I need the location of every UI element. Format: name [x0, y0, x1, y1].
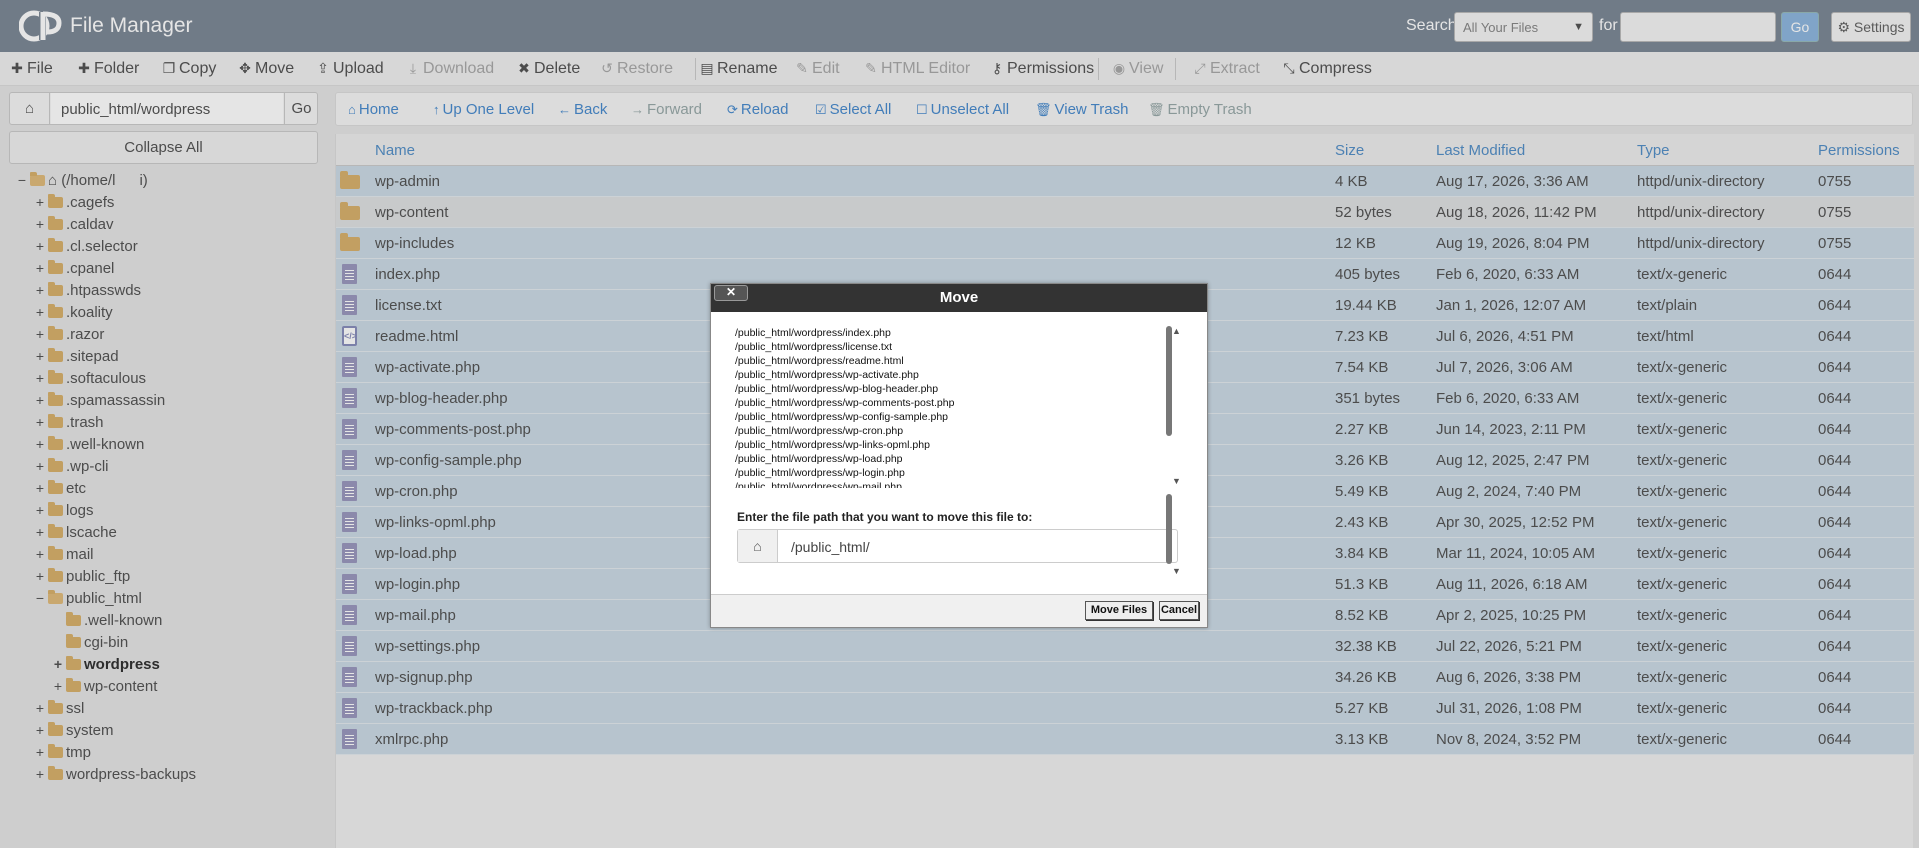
dialog-header: ✕ Move — [711, 284, 1207, 312]
file-path-item: /public_html/wordpress/wp-config-sample.… — [735, 411, 949, 423]
scrollbar-thumb[interactable] — [1166, 326, 1172, 436]
scroll-down-icon[interactable]: ▼ — [1172, 566, 1181, 576]
close-icon[interactable]: ✕ — [714, 285, 748, 301]
file-path-item: /public_html/wordpress/index.php — [735, 327, 891, 339]
file-list-scrollbar[interactable]: ▲ ▼ — [1166, 326, 1188, 488]
cancel-button[interactable]: Cancel — [1159, 601, 1199, 620]
scroll-down-icon[interactable]: ▼ — [1172, 476, 1181, 486]
move-dialog: ✕ Move /public_html/wordpress/index.php /… — [710, 283, 1208, 628]
file-path-item: /public_html/wordpress/wp-links-opml.php — [735, 439, 930, 451]
file-path-item: /public_html/wordpress/license.txt — [735, 341, 892, 353]
files-to-move-list: /public_html/wordpress/index.php/public_… — [735, 326, 1175, 488]
dialog-footer: Move Files Cancel — [711, 594, 1207, 627]
dialog-title: Move — [939, 289, 979, 306]
file-path-item: /public_html/wordpress/wp-blog-header.ph… — [735, 383, 939, 395]
file-path-item: /public_html/wordpress/wp-load.php — [735, 453, 903, 465]
file-path-item: /public_html/wordpress/wp-activate.php — [735, 369, 919, 381]
file-path-item: /public_html/wordpress/wp-mail.php — [735, 481, 902, 488]
move-files-button[interactable]: Move Files — [1085, 601, 1153, 620]
scroll-up-icon[interactable]: ▲ — [1172, 326, 1181, 336]
file-path-item: /public_html/wordpress/wp-cron.php — [735, 425, 904, 437]
home-icon: ⌂ — [738, 530, 778, 562]
dialog-scrollbar[interactable]: ▼ — [1166, 494, 1188, 576]
destination-field: ⌂ /public_html/ — [737, 529, 1178, 563]
destination-prompt: Enter the file path that you want to mov… — [737, 510, 1033, 524]
file-path-item: /public_html/wordpress/readme.html — [735, 355, 904, 367]
file-path-item: /public_html/wordpress/wp-comments-post.… — [735, 397, 955, 409]
destination-input[interactable]: /public_html/ — [779, 530, 1177, 562]
scrollbar-thumb[interactable] — [1166, 494, 1172, 564]
file-path-item: /public_html/wordpress/wp-login.php — [735, 467, 905, 479]
